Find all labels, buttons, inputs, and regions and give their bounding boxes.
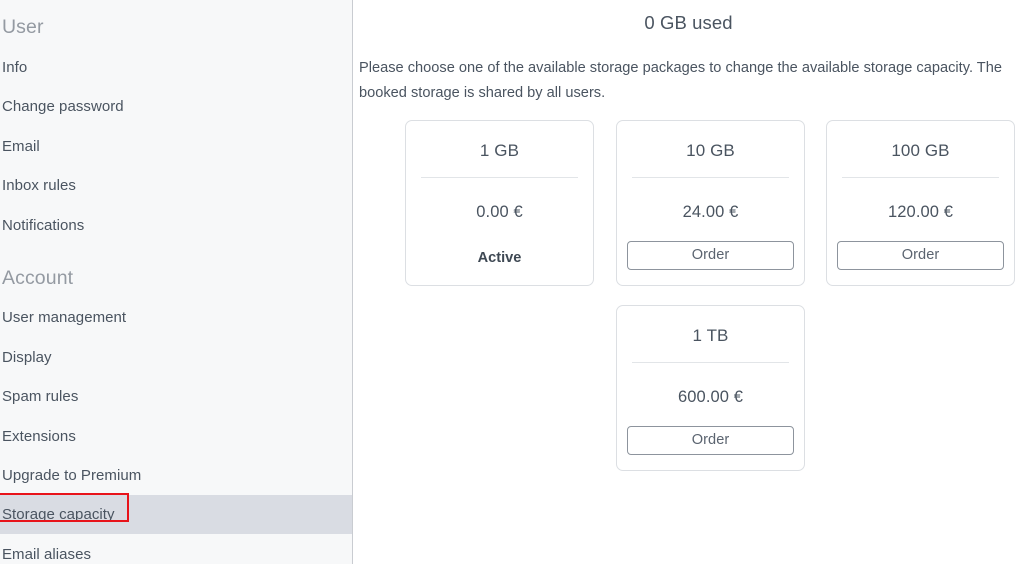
sidebar-heading-account: Account (0, 259, 352, 298)
settings-sidebar: User Info Change password Email Inbox rules N… (0, 0, 353, 564)
sidebar-item-label: Info (2, 59, 28, 76)
sidebar-item-upgrade-to-premium[interactable]: Upgrade to Premium (0, 456, 352, 495)
storage-package-card: 100 GB 120.00 € Order (826, 120, 1015, 286)
main-content: 0 GB used Please choose one of the avail… (353, 0, 1024, 564)
sidebar-item-label: Email aliases (2, 546, 92, 563)
order-button[interactable]: Order (627, 240, 794, 270)
sidebar-item-label: Email (2, 138, 40, 155)
sidebar-item-label: Upgrade to Premium (2, 467, 142, 484)
package-price-label: 24.00 € (682, 203, 739, 221)
sidebar-item-label: Display (2, 349, 52, 366)
sidebar-item-label: Notifications (2, 217, 85, 234)
sidebar-item-label: Spam rules (2, 388, 79, 405)
sidebar-item-label: Extensions (2, 428, 76, 445)
sidebar-heading-user: User (0, 8, 352, 47)
order-button[interactable]: Order (837, 240, 1004, 270)
sidebar-item-info[interactable]: Info (0, 48, 352, 87)
package-price-label: 600.00 € (677, 388, 744, 406)
sidebar-item-label: Storage capacity (2, 506, 115, 523)
storage-package-card: 1 TB 600.00 € Order (616, 305, 805, 471)
sidebar-heading-label: User (2, 15, 44, 38)
card-divider (632, 177, 789, 178)
package-size-label: 1 TB (692, 326, 729, 345)
sidebar-item-email[interactable]: Email (0, 127, 352, 166)
card-divider (842, 177, 999, 178)
package-size-label: 10 GB (686, 141, 735, 160)
package-price-label: 120.00 € (887, 203, 954, 221)
package-size-label: 100 GB (891, 141, 950, 160)
sidebar-item-extensions[interactable]: Extensions (0, 417, 352, 456)
sidebar-item-label: Inbox rules (2, 177, 76, 194)
storage-used-title: 0 GB used (644, 12, 733, 33)
sidebar-item-display[interactable]: Display (0, 338, 352, 377)
storage-description: Please choose one of the available stora… (359, 60, 1002, 101)
package-active-status: Active (477, 249, 522, 266)
sidebar-item-user-management[interactable]: User management (0, 298, 352, 337)
sidebar-item-label: Change password (2, 98, 124, 115)
card-divider (632, 362, 789, 363)
package-price-label: 0.00 € (476, 203, 523, 221)
sidebar-item-inbox-rules[interactable]: Inbox rules (0, 166, 352, 205)
sidebar-item-change-password[interactable]: Change password (0, 87, 352, 126)
card-divider (421, 177, 578, 178)
sidebar-item-label: User management (2, 309, 127, 326)
package-size-label: 1 GB (479, 141, 520, 160)
sidebar-item-storage-capacity[interactable]: Storage capacity (0, 495, 352, 534)
sidebar-item-email-aliases[interactable]: Email aliases (0, 535, 352, 564)
sidebar-heading-label: Account (2, 266, 74, 289)
storage-capacity-page: User Info Change password Email Inbox rules N… (0, 0, 1024, 564)
storage-package-card: 1 GB 0.00 € Active (405, 120, 594, 286)
storage-package-card: 10 GB 24.00 € Order (616, 120, 805, 286)
sidebar-item-notifications[interactable]: Notifications (0, 206, 352, 245)
sidebar-item-spam-rules[interactable]: Spam rules (0, 377, 352, 416)
order-button[interactable]: Order (627, 425, 794, 455)
